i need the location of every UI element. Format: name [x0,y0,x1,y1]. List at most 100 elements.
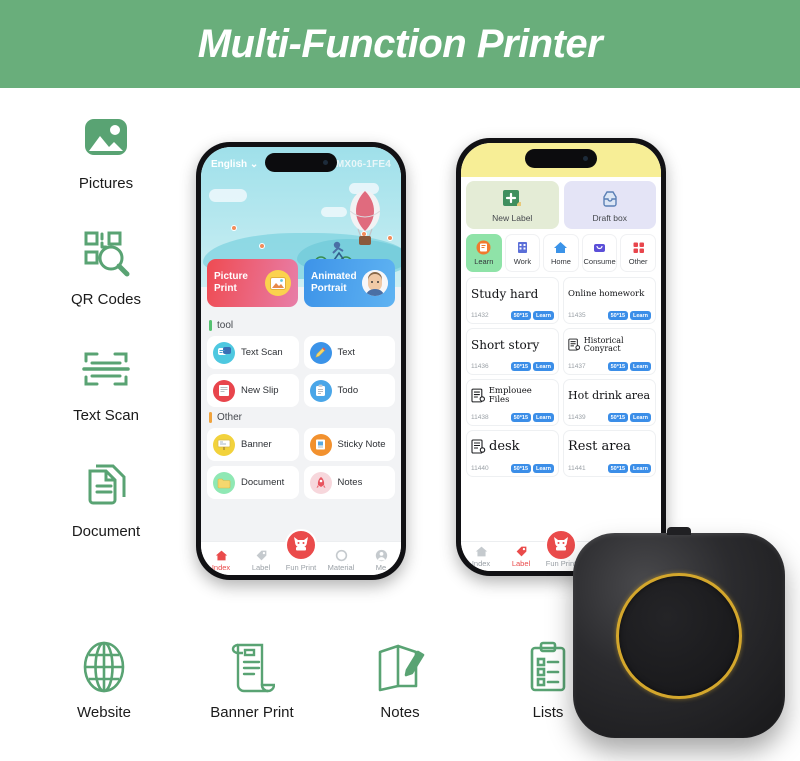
tile-banner[interactable]: Banner [207,428,299,461]
section-title: tool [217,320,234,331]
language-label: English [211,158,248,170]
tab-other[interactable]: Other [620,234,656,272]
feature-qr-codes: QR Codes [46,222,166,308]
label-title: desk [489,439,520,455]
clipboard-checklist-icon [526,636,570,698]
tag-nav-icon [256,550,266,561]
tab-consume[interactable]: Consume [581,234,618,272]
label-list-item[interactable]: desk 11440 50*15 Learn [466,430,559,477]
label-category-badge: Learn [630,362,651,371]
tile-sticky-note[interactable]: Sticky Note [303,428,395,461]
label-list-item[interactable]: Short story 11436 50*15 Learn [466,328,559,375]
animated-portrait-card[interactable]: Animated Portrait [304,259,395,307]
feature-label: Banner Print [210,704,294,721]
map-pin-icon [387,235,393,241]
label-thumb-icon [568,338,581,351]
tile-label: Text [337,347,355,358]
pencil-tile-icon [309,341,332,364]
cat-nav-icon[interactable] [285,529,317,561]
phone-mockup-label-list: New Label Draft box Learn Work Home Cons… [456,138,666,576]
tab-label: Other [628,257,648,266]
tab-learn[interactable]: Learn [466,234,502,272]
label-thumb-icon [471,439,486,454]
label-id: 11441 [568,465,586,472]
feature-website: Website [39,636,169,721]
new-label-card[interactable]: New Label [466,181,559,229]
label-size-badge: 50*15 [510,464,532,473]
nav-item-me[interactable]: Me [362,549,400,572]
nav-item-fun-print[interactable]: Fun Print [282,529,320,572]
photo-badge-icon [265,270,291,296]
avatar-icon [362,270,388,296]
phone2-content: New Label Draft box Learn Work Home Cons… [461,177,661,541]
tile-label: Notes [337,477,363,488]
device-id-label: MX06-1FE4 [335,158,391,170]
tile-document[interactable]: Document [207,466,299,499]
todo-tile-icon [309,379,332,402]
flower-nav-icon [335,549,347,562]
label-category-badge: Learn [533,464,554,473]
home-nav-icon [215,550,227,561]
nav-item-label[interactable]: Label [242,549,280,572]
language-selector[interactable]: English ⌄ [211,159,258,170]
tile-text-scan[interactable]: Text Scan [207,336,299,369]
tile-todo[interactable]: Todo [303,374,395,407]
person-nav-icon [375,549,387,562]
tab-label: Work [513,257,532,266]
label-size-badge: 50*15 [510,362,532,371]
tab-label: Home [550,257,571,266]
map-pin-icon [231,225,237,231]
folder-tile-icon [213,471,235,494]
phone1-feature-cards: Picture Print Animated Portrait [207,259,395,307]
label-list-item[interactable]: Online homework 11435 50*15 Learn [563,277,656,324]
feature-text-scan: Text Scan [46,338,166,424]
label-size-badge: 50*15 [607,413,629,422]
sticky-note-tile-icon [309,433,332,456]
phone-notch [525,149,597,168]
card-label-line2: Portrait [311,283,347,294]
phone-notch [265,153,337,172]
label-title: Historical Conyract [583,335,624,353]
section-title: Other [217,412,243,423]
label-id: 11438 [471,414,489,421]
work-tab-icon [517,242,527,253]
new-label-icon [503,189,522,206]
label-id: 11436 [471,363,489,370]
scroll-banner-icon [229,636,275,698]
tab-home[interactable]: Home [543,234,579,272]
card-label: Draft box [592,212,628,223]
card-label-line1: Picture [214,270,248,282]
feature-label: Pictures [78,175,134,192]
nav-item-material[interactable]: Material [322,549,360,572]
tab-work[interactable]: Work [504,234,541,272]
nav-label: Index [471,559,491,568]
label-title: Online homework [568,288,645,299]
tile-label: Sticky Note [337,439,386,450]
picture-print-card[interactable]: Picture Print [207,259,298,307]
phone2-action-cards: New Label Draft box [466,181,656,229]
nav-item-index[interactable]: Index [462,545,500,568]
label-title: Hot drink area [568,389,651,403]
phone-mockup-fun-print: English ⌄ MX06-1FE4 Picture Print Animat… [196,142,406,580]
page-title: Multi-Function Printer [197,21,603,66]
section-accent-bar [209,320,212,331]
label-list-item[interactable]: Historical Conyract 11437 50*15 Learn [563,328,656,375]
tag-nav-icon [516,546,526,557]
left-feature-list: Pictures QR Codes Text Scan Document [46,106,166,540]
label-list-item[interactable]: Study hard 11432 50*15 Learn [466,277,559,324]
label-list-item[interactable]: Hot drink area 11439 50*15 Learn [563,379,656,426]
label-category-badge: Learn [630,311,651,320]
product-stage: Pictures QR Codes Text Scan Document Eng… [0,88,800,761]
tile-new-slip[interactable]: New Slip [207,374,299,407]
feature-label: Document [71,523,141,540]
cat-nav-icon[interactable] [545,529,577,561]
phone1-bottom-nav: Index Label Fun Print Material Me [201,529,401,575]
label-list-item[interactable]: Rest area 11441 50*15 Learn [563,430,656,477]
tile-text[interactable]: Text [303,336,395,369]
nav-item-index[interactable]: Index [202,549,240,572]
label-list-item[interactable]: Emplouee Files 11438 50*15 Learn [466,379,559,426]
feature-label: QR Codes [70,291,142,308]
nav-item-label[interactable]: Label [502,545,540,568]
tile-notes[interactable]: Notes [303,466,395,499]
draft-box-card[interactable]: Draft box [563,181,656,229]
